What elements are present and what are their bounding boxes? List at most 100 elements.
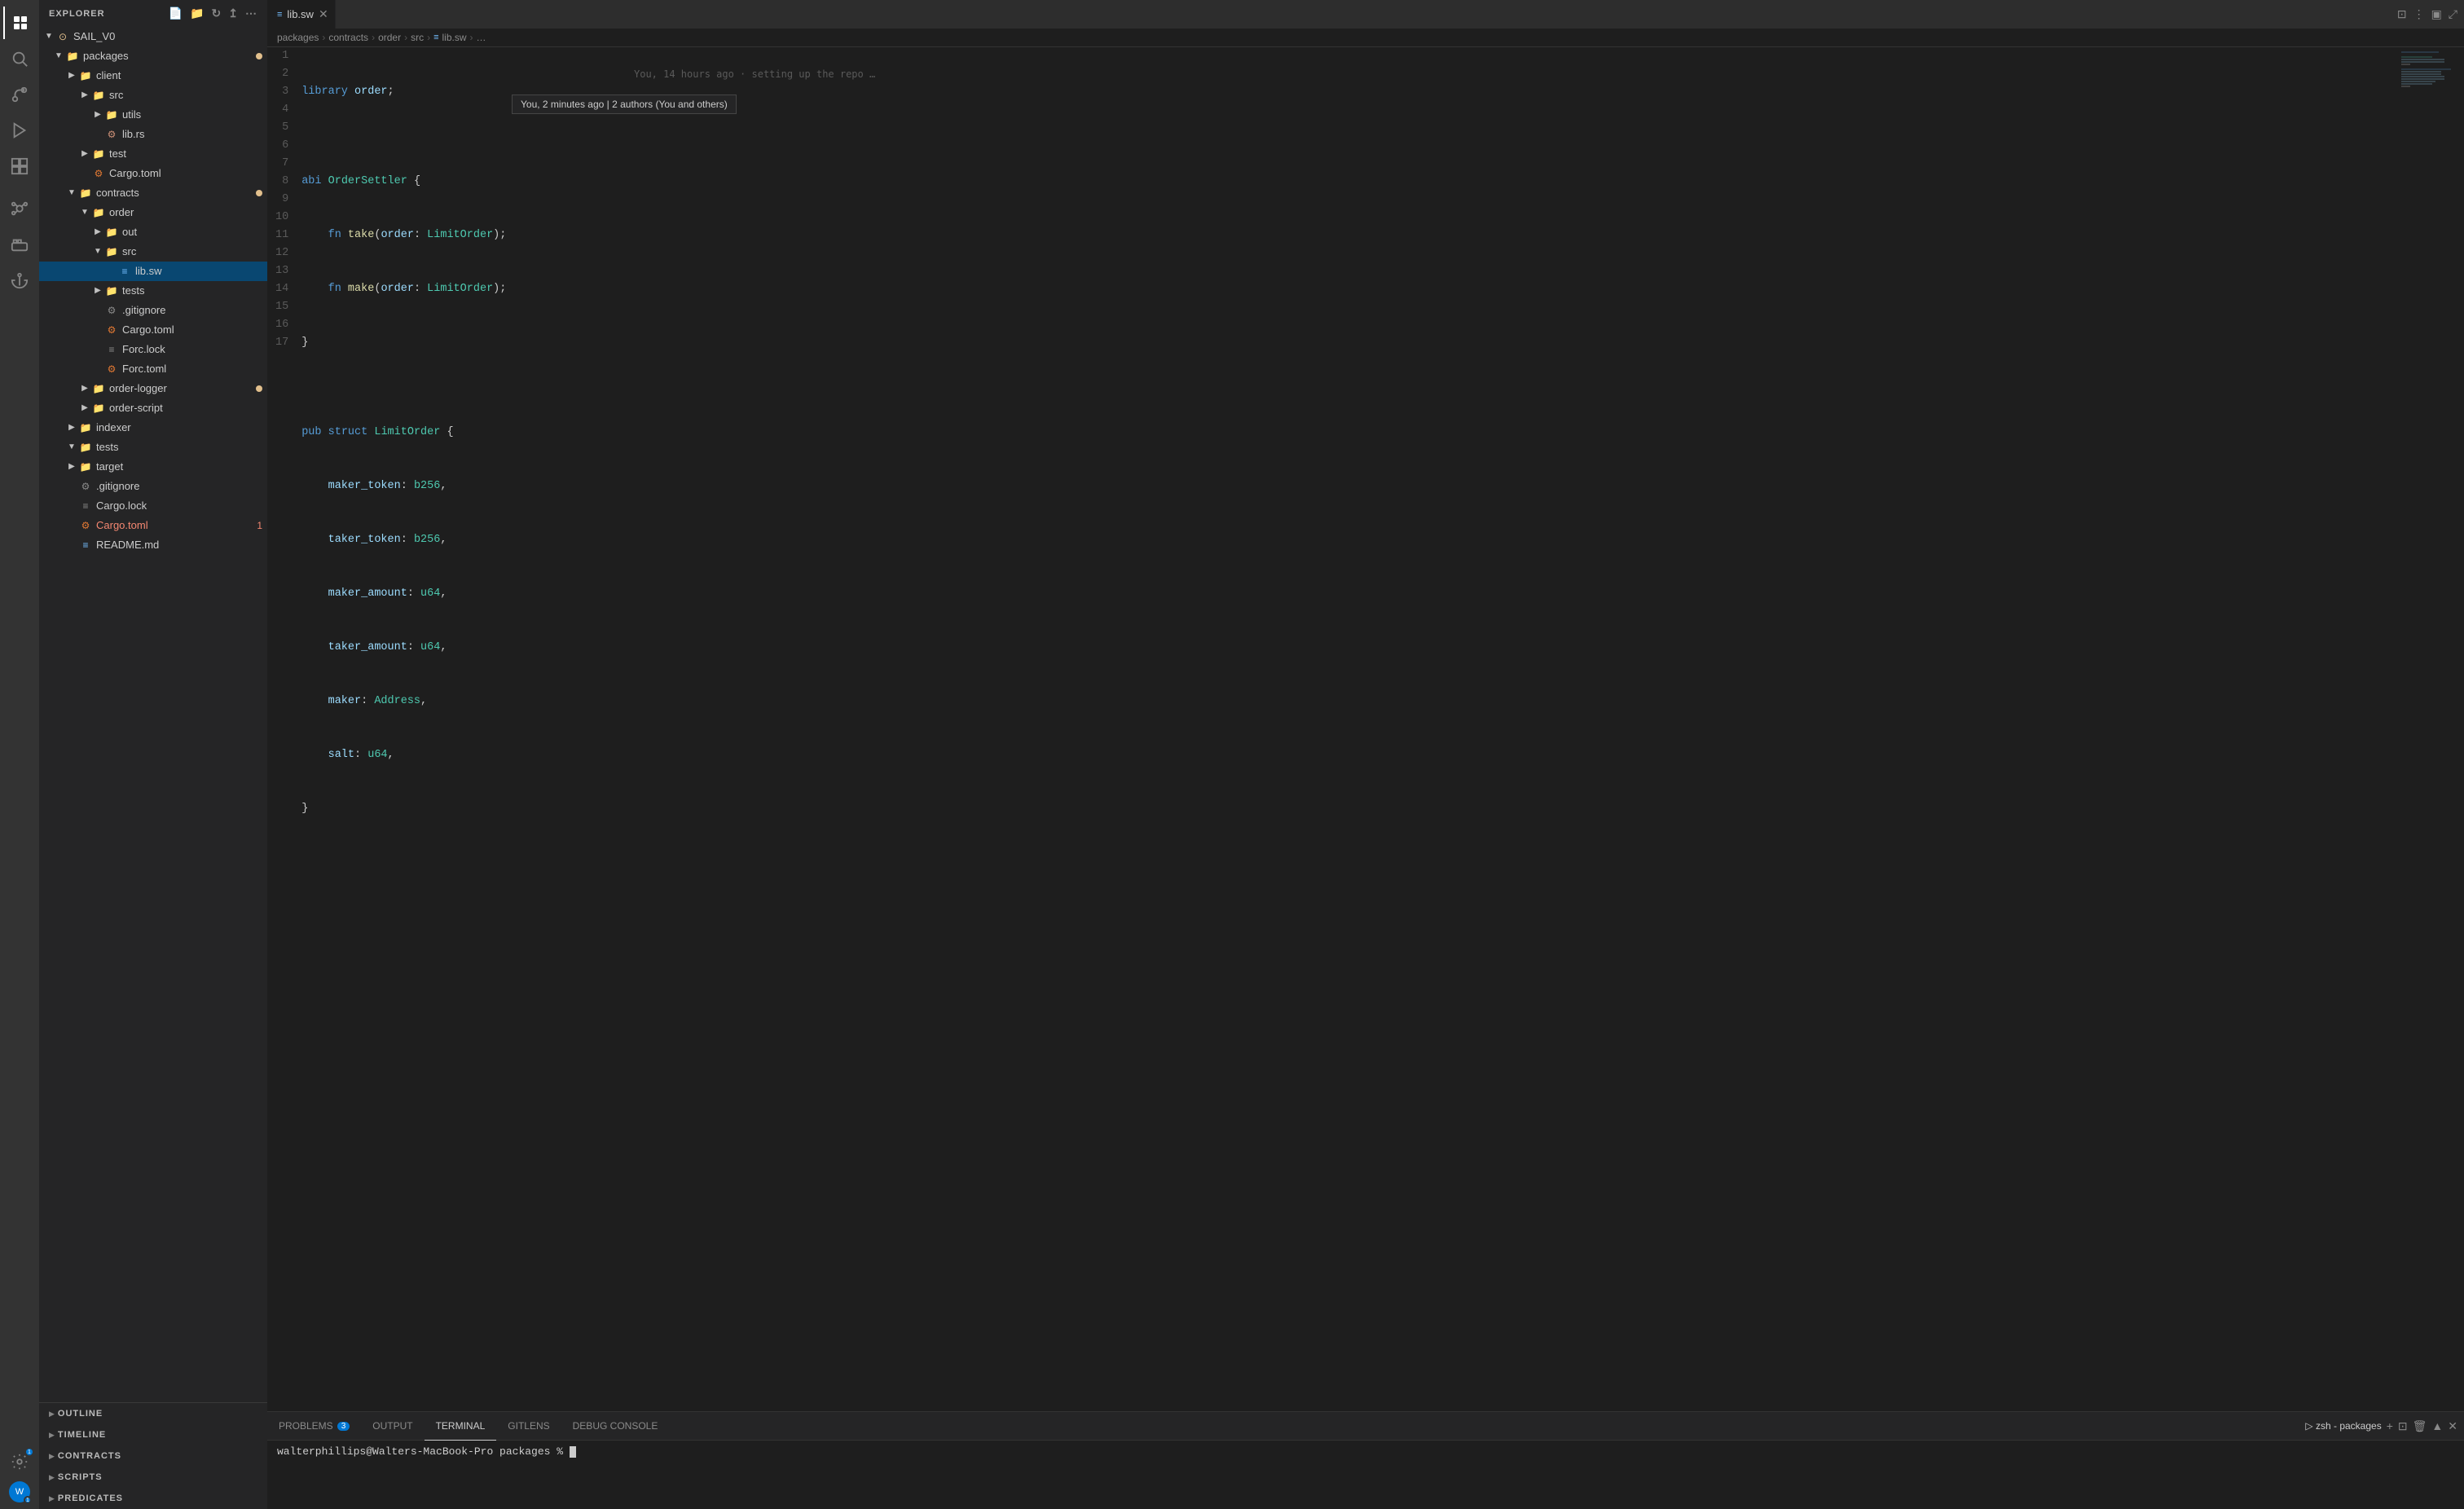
panel-tabs: PROBLEMS 3 OUTPUT TERMINAL GITLENS DEBUG…: [267, 1412, 2464, 1441]
tree-item-forc-lock[interactable]: ▶ ≡ Forc.lock: [39, 340, 267, 359]
more-options-icon[interactable]: ⋮: [2413, 7, 2425, 21]
outline-section[interactable]: ▶ OUTLINE: [39, 1403, 267, 1424]
code-line-13: maker: Address,: [301, 693, 2383, 711]
arrow-icon: ▶: [78, 380, 91, 398]
modified-dot: [256, 190, 262, 196]
tab-gitlens[interactable]: GITLENS: [496, 1412, 561, 1441]
tree-item-readme[interactable]: ▶ ≡ README.md: [39, 535, 267, 555]
add-terminal-icon[interactable]: +: [2387, 1419, 2393, 1432]
panel-tab-actions: ▷ zsh - packages + ⊡ 🗑 ▲ ✕: [2299, 1419, 2464, 1433]
arrow-icon: ▶: [78, 145, 91, 163]
new-folder-icon[interactable]: 📁: [190, 7, 205, 20]
split-editor-icon[interactable]: ⊡: [2397, 7, 2407, 21]
maximize-panel-icon[interactable]: ▲: [2431, 1419, 2443, 1432]
tab-terminal[interactable]: TERMINAL: [425, 1412, 497, 1441]
search-icon[interactable]: [3, 42, 36, 75]
breadcrumb-order[interactable]: order: [378, 32, 401, 43]
settings-icon[interactable]: 1: [3, 1445, 36, 1478]
tree-item-label: order: [109, 204, 267, 222]
section-label: OUTLINE: [58, 1405, 103, 1423]
source-control-icon[interactable]: [3, 78, 36, 111]
tree-item-cargo-client[interactable]: ▶ ⚙ Cargo.toml: [39, 164, 267, 183]
tab-lib-sw[interactable]: ≡ lib.sw ✕: [267, 0, 336, 29]
maximize-icon[interactable]: ⤢: [2449, 7, 2457, 21]
anchor-icon[interactable]: [3, 264, 36, 297]
tree-item-gitignore-order[interactable]: ▶ ⚙ .gitignore: [39, 301, 267, 320]
tree-item-label: target: [96, 458, 267, 476]
tree-item-gitignore-root[interactable]: ▶ ⚙ .gitignore: [39, 477, 267, 496]
git-icon[interactable]: [3, 192, 36, 225]
arrow-icon: ▼: [42, 28, 55, 46]
predicates-section[interactable]: ▶ PREDICATES: [39, 1488, 267, 1509]
breadcrumb-src[interactable]: src: [411, 32, 424, 43]
sidebar-header-actions: 📄 📁 ↻ ↥ ⋯: [169, 7, 257, 20]
user-avatar[interactable]: W 1: [9, 1481, 30, 1502]
close-panel-icon[interactable]: ✕: [2448, 1419, 2457, 1433]
extensions-icon[interactable]: [3, 150, 36, 183]
tree-item-label: contracts: [96, 184, 256, 202]
refresh-icon[interactable]: ↻: [212, 7, 222, 20]
tab-output[interactable]: OUTPUT: [361, 1412, 424, 1441]
rust-file-icon: ⚙: [104, 125, 119, 143]
scripts-section[interactable]: ▶ SCRIPTS: [39, 1467, 267, 1488]
tree-item-tests-root[interactable]: ▼ 📁 tests: [39, 438, 267, 457]
tab-label: lib.sw: [287, 8, 314, 20]
trash-icon[interactable]: 🗑: [2413, 1419, 2427, 1433]
tab-problems[interactable]: PROBLEMS 3: [267, 1412, 361, 1441]
breadcrumb-contracts[interactable]: contracts: [328, 32, 368, 43]
tree-item-src-order[interactable]: ▼ 📁 src: [39, 242, 267, 262]
breadcrumb-ellipsis[interactable]: …: [477, 32, 486, 43]
tree-item-sail-v0[interactable]: ▼ ⊙ SAIL_V0: [39, 27, 267, 46]
tree-item-out[interactable]: ▶ 📁 out: [39, 222, 267, 242]
arrow-icon: ▶: [78, 86, 91, 104]
code-editor[interactable]: 1 2 3 4 5 6 7 8 9 10 11 12 13 14 15 16 1…: [267, 47, 2464, 1411]
code-content: library order; abi OrderSettler { fn tak…: [301, 47, 2399, 1411]
tree-item-label: Cargo.lock: [96, 497, 267, 515]
tree-item-order-logger[interactable]: ▶ 📁 order-logger: [39, 379, 267, 398]
tree-item-cargo-lock[interactable]: ▶ ≡ Cargo.lock: [39, 496, 267, 516]
tree-item-target[interactable]: ▶ 📁 target: [39, 457, 267, 477]
new-file-icon[interactable]: 📄: [169, 7, 183, 20]
run-icon[interactable]: [3, 114, 36, 147]
terminal-content[interactable]: walterphillips@Walters-MacBook-Pro packa…: [267, 1441, 2464, 1509]
lock-icon: ≡: [78, 497, 93, 515]
code-line-15: }: [301, 800, 2383, 818]
arrow-icon: ▶: [49, 1489, 55, 1507]
tree-item-test[interactable]: ▶ 📁 test: [39, 144, 267, 164]
section-label: CONTRACTS: [58, 1447, 121, 1465]
breadcrumb-libsw[interactable]: lib.sw: [442, 32, 467, 43]
timeline-section[interactable]: ▶ TIMELINE: [39, 1424, 267, 1445]
tree-item-indexer[interactable]: ▶ 📁 indexer: [39, 418, 267, 438]
tree-item-src-client[interactable]: ▶ 📁 src: [39, 86, 267, 105]
tree-item-order[interactable]: ▼ 📁 order: [39, 203, 267, 222]
tree-item-contracts[interactable]: ▼ 📁 contracts: [39, 183, 267, 203]
explorer-icon[interactable]: [3, 7, 36, 39]
more-actions-icon[interactable]: ⋯: [245, 7, 257, 20]
tree-item-order-script[interactable]: ▶ 📁 order-script: [39, 398, 267, 418]
tree-item-cargo-toml-root[interactable]: ▶ ⚙ Cargo.toml 1: [39, 516, 267, 535]
tab-debug-console[interactable]: DEBUG CONSOLE: [561, 1412, 670, 1441]
breadcrumb-sep: ›: [322, 32, 325, 43]
breadcrumb: packages › contracts › order › src › ≡ l…: [267, 29, 2464, 47]
tree-item-forc-toml[interactable]: ▶ ⚙ Forc.toml: [39, 359, 267, 379]
split-terminal-icon[interactable]: ⊡: [2398, 1419, 2408, 1433]
breadcrumb-packages[interactable]: packages: [277, 32, 319, 43]
layout-icon[interactable]: ▣: [2431, 7, 2442, 21]
tree-item-lib-rs[interactable]: ▶ ⚙ lib.rs: [39, 125, 267, 144]
contracts-section[interactable]: ▶ CONTRACTS: [39, 1445, 267, 1467]
md-file-icon: ≡: [78, 536, 93, 554]
tree-item-lib-sw[interactable]: ▶ ≡ lib.sw: [39, 262, 267, 281]
tree-item-utils[interactable]: ▶ 📁 utils: [39, 105, 267, 125]
arrow-icon: ▶: [78, 399, 91, 417]
tree-item-client[interactable]: ▶ 📁 client: [39, 66, 267, 86]
folder-icon: 📁: [78, 438, 93, 456]
docker-icon[interactable]: [3, 228, 36, 261]
tab-close-button[interactable]: ✕: [319, 7, 328, 21]
arrow-icon: ▼: [52, 47, 65, 65]
tree-item-tests-order[interactable]: ▶ 📁 tests: [39, 281, 267, 301]
collapse-all-icon[interactable]: ↥: [228, 7, 239, 20]
code-line-6: }: [301, 334, 2383, 352]
tree-item-cargo-order[interactable]: ▶ ⚙ Cargo.toml: [39, 320, 267, 340]
tree-item-packages[interactable]: ▼ 📁 packages: [39, 46, 267, 66]
folder-icon: 📁: [91, 145, 106, 163]
